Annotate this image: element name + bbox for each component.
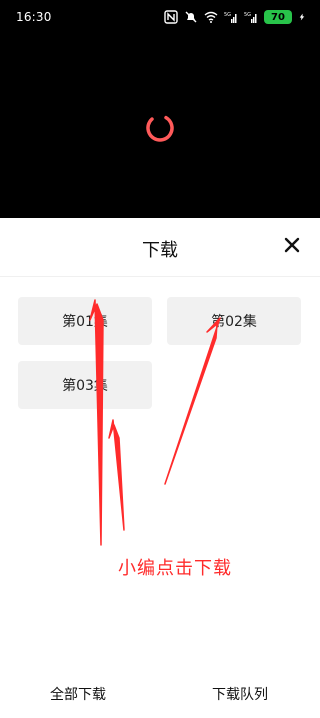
close-icon[interactable]	[282, 235, 302, 255]
sheet-title: 下载	[142, 240, 178, 261]
episode-button-02[interactable]: 第02集	[167, 297, 301, 345]
wifi-icon	[204, 11, 218, 23]
episode-label: 第01集	[62, 314, 108, 330]
download-sheet: 下载 第01集 第02集 第03集	[0, 218, 320, 718]
status-bar: 16:30 5G 5G 70	[0, 0, 320, 34]
episode-button-03[interactable]: 第03集	[18, 361, 152, 409]
nfc-icon	[164, 10, 178, 24]
episode-label: 第03集	[62, 378, 108, 394]
status-icons: 5G 5G 70	[164, 9, 306, 25]
bottom-action-bar: 全部下载 下载队列	[0, 670, 320, 718]
episode-label: 第02集	[211, 314, 257, 330]
loading-spinner-icon	[146, 114, 174, 142]
mute-icon	[185, 11, 197, 23]
download-queue-button[interactable]: 下载队列	[212, 684, 268, 704]
annotation-text: 小编点击下载	[118, 558, 232, 579]
signal-5g-icon: 5G	[224, 12, 237, 23]
svg-text:5G: 5G	[224, 12, 231, 18]
episode-button-01[interactable]: 第01集	[18, 297, 152, 345]
status-time: 16:30	[16, 10, 52, 24]
charging-icon	[299, 13, 305, 21]
video-player[interactable]: 16:30 5G 5G 70	[0, 0, 320, 218]
battery-icon: 70	[264, 10, 292, 24]
svg-text:5G: 5G	[244, 12, 251, 18]
download-all-button[interactable]: 全部下载	[50, 684, 106, 704]
signal-5g-icon: 5G	[244, 12, 257, 23]
sheet-header: 下载	[0, 218, 320, 277]
